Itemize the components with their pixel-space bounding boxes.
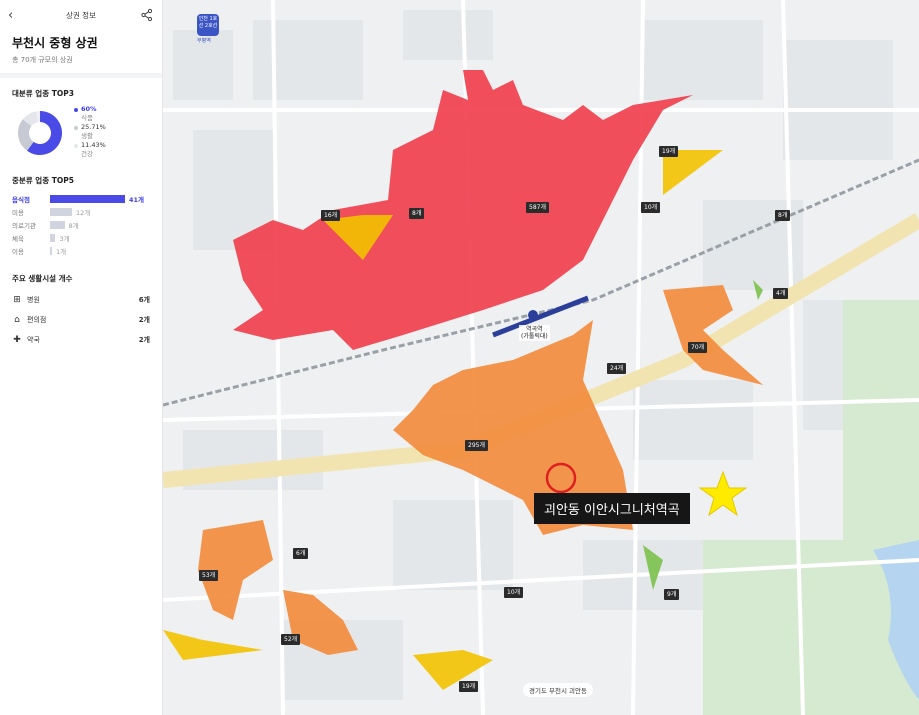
facility-label: 약국 [27, 336, 40, 344]
map-canvas[interactable]: 인천 1호선 2호선 부평역 역곡역 (가톨릭대) 587개 295개 70개 … [163, 0, 919, 715]
zone-count-tag[interactable]: 295개 [465, 440, 488, 451]
location-callout[interactable]: 괴안동 이안시그니처역곡 [534, 493, 690, 524]
station-name: 역곡역 [526, 326, 543, 333]
legend-item-percent: 25.71% [74, 123, 106, 132]
area-subtitle: 총 70개 규모의 상권 [12, 56, 73, 64]
bar-label: 의료기관 [12, 221, 36, 230]
bar-row: 체육 3개 [12, 231, 150, 244]
legend-item-name: 건강 [81, 150, 93, 158]
zone-count-tag[interactable]: 4개 [773, 288, 789, 299]
address-pill[interactable]: 경기도 부천시 괴안동 [523, 683, 593, 697]
bar-row: 이용 1개 [12, 244, 150, 257]
zone-count-tag[interactable]: 70개 [688, 342, 708, 353]
map-base [163, 0, 919, 715]
zone-count-tag[interactable]: 52개 [281, 634, 301, 645]
legend-dot [74, 107, 78, 112]
facility-count: 6개 [138, 296, 150, 304]
legend-dot [74, 125, 78, 130]
sidebar: ‹ 상권 정보 부천시 중형 상권 총 70개 규모의 상권 대분류 업종 TO… [0, 0, 163, 715]
donut-legend: 60% 식품 25.71% 생활 11.43% 건강 [74, 105, 106, 159]
bar-row: 미용 12개 [12, 205, 150, 218]
bar-count: 41개 [129, 195, 145, 204]
zone-count-tag[interactable]: 10개 [641, 202, 661, 213]
top5-bars: 음식점 41개 미용 12개 의료기관 8개 체육 3개 이용 1개 [0, 192, 162, 257]
bar-fill [50, 246, 52, 255]
top5-title: 중분류 업종 TOP5 [12, 176, 74, 185]
zone-count-tag[interactable]: 6개 [293, 548, 309, 559]
facility-row-pharmacy: ✚ 약국 2개 [0, 330, 162, 350]
zone-count-tag[interactable]: 19개 [459, 681, 479, 692]
facility-count: 2개 [138, 336, 150, 344]
legend-item-percent: 60% [74, 105, 106, 114]
legend-item-name: 식품 [81, 114, 93, 122]
zone-count-tag[interactable]: 24개 [607, 363, 627, 374]
bar-label: 체육 [12, 234, 24, 243]
zone-count-tag[interactable]: 587개 [526, 202, 549, 213]
legend-dot [74, 143, 78, 148]
bar-count: 8개 [68, 221, 79, 230]
subway-line-label: 부평역 [197, 38, 211, 44]
top3-title: 대분류 업종 TOP3 [12, 89, 74, 98]
facility-row-store: ⌂ 편의점 2개 [0, 310, 162, 330]
topbar: ‹ 상권 정보 [0, 0, 162, 30]
bar-row: 음식점 41개 [12, 192, 150, 205]
facilities-title: 주요 생활시설 개수 [12, 274, 73, 283]
bar-fill [50, 194, 125, 203]
bar-label: 미용 [12, 208, 24, 217]
zone-yellow[interactable] [163, 630, 263, 660]
zone-count-tag[interactable]: 9개 [664, 589, 680, 600]
top3-chart: 60% 식품 25.71% 생활 11.43% 건강 [0, 105, 162, 161]
bar-fill [50, 233, 56, 242]
panel-title: 상권 정보 [66, 10, 96, 20]
station-label[interactable]: 역곡역 (가톨릭대) [519, 325, 550, 341]
bar-count: 12개 [75, 208, 91, 217]
donut-chart [17, 111, 62, 155]
legend-item-percent: 11.43% [74, 141, 106, 150]
zone-count-tag[interactable]: 8개 [775, 210, 791, 221]
zone-count-tag[interactable]: 19개 [659, 146, 679, 157]
bar-row: 의료기관 8개 [12, 218, 150, 231]
zone-count-tag[interactable]: 16개 [321, 210, 341, 221]
facility-row-hospital: ⊞ 병원 6개 [0, 290, 162, 310]
zone-count-tag[interactable]: 53개 [199, 570, 219, 581]
bar-label: 음식점 [12, 195, 30, 204]
bar-count: 3개 [59, 234, 70, 243]
share-icon[interactable] [140, 8, 154, 22]
facility-label: 편의점 [27, 316, 47, 324]
star-icon[interactable] [698, 470, 748, 517]
subway-line-badge[interactable]: 인천 1호선 2호선 [197, 14, 219, 36]
pharmacy-icon: ✚ [13, 335, 21, 345]
bar-fill [50, 220, 65, 229]
zone-count-tag[interactable]: 8개 [409, 208, 425, 219]
chevron-left-icon[interactable]: ‹ [8, 8, 22, 23]
area-name: 부천시 중형 상권 [12, 36, 98, 50]
zone-count-tag[interactable]: 10개 [504, 587, 524, 598]
station-subname: (가톨릭대) [521, 333, 548, 340]
station-icon[interactable] [528, 310, 538, 320]
facility-label: 병원 [27, 296, 40, 304]
park-area [843, 300, 919, 560]
legend-item-name: 생활 [81, 132, 93, 140]
bar-label: 이용 [12, 247, 24, 256]
hospital-icon: ⊞ [13, 295, 21, 305]
facility-count: 2개 [138, 316, 150, 324]
store-icon: ⌂ [14, 315, 20, 325]
bar-count: 1개 [56, 247, 67, 256]
bar-fill [50, 207, 72, 216]
